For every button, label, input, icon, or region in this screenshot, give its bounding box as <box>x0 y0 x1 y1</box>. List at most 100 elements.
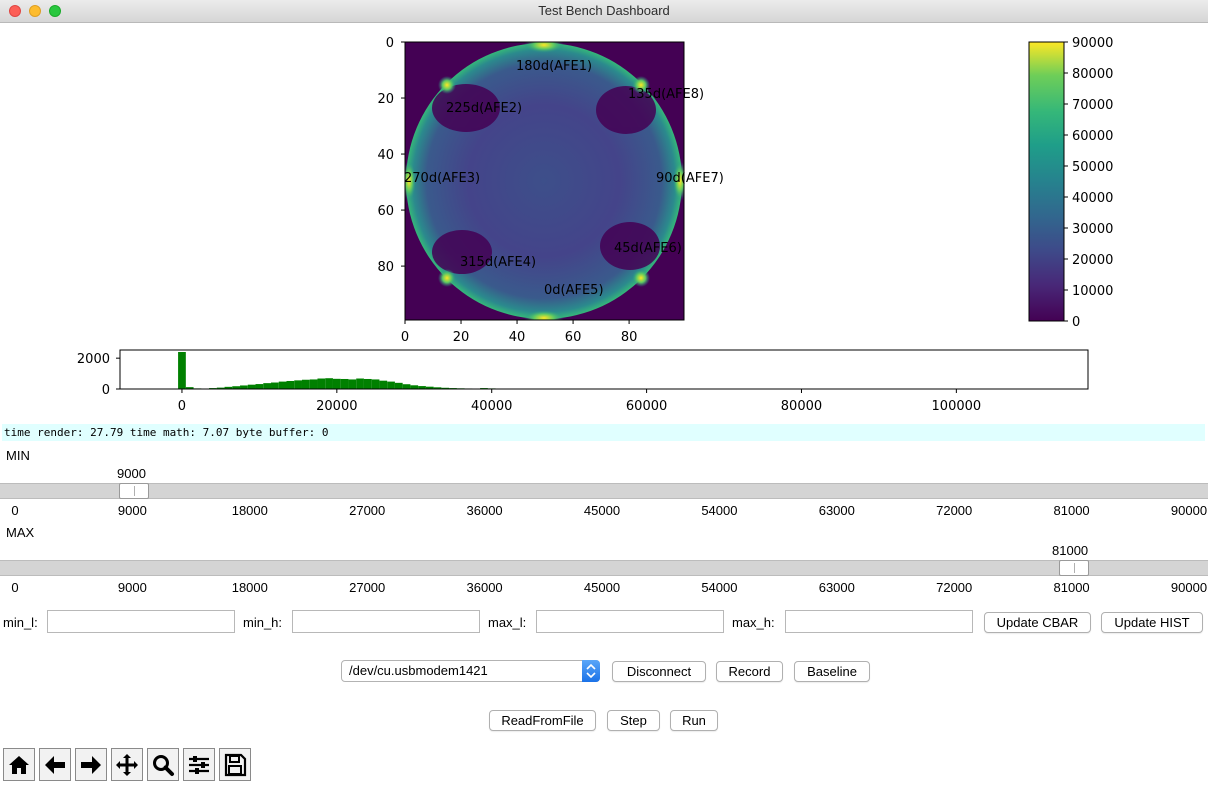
heatmap-annotation: 135d(AFE8) <box>628 87 704 102</box>
histogram-y-tick-label: 0 <box>102 383 110 398</box>
run-button[interactable]: Run <box>670 710 718 731</box>
min-slider-scale-label: 18000 <box>231 503 268 518</box>
max-slider-scale-label: 63000 <box>818 580 855 595</box>
max-slider-scale-label: 9000 <box>117 580 147 595</box>
histogram-bar <box>363 378 372 389</box>
min-slider-label: MIN <box>6 448 30 463</box>
configure-icon <box>189 755 209 774</box>
max-h-label: max_h: <box>732 615 775 630</box>
histogram-bar <box>247 384 256 389</box>
heatmap-y-tick-label: 0 <box>386 36 394 51</box>
histogram-bar <box>371 379 380 389</box>
step-button[interactable]: Step <box>607 710 660 731</box>
colorbar-tick-label: 60000 <box>1072 129 1113 144</box>
heatmap-figure[interactable]: 180d(AFE1) 135d(AFE8) 225d(AFE2) 270d(AFE3)… <box>0 22 1208 347</box>
histogram-y-tick-label: 2000 <box>77 352 110 367</box>
histogram-bar <box>286 380 295 389</box>
min-slider[interactable] <box>0 483 1208 499</box>
histogram-x-tick-label: 80000 <box>781 399 822 414</box>
read-from-file-button[interactable]: ReadFromFile <box>489 710 596 731</box>
min-slider-scale-label: 54000 <box>701 503 738 518</box>
histogram-x-axis: 0 20000 40000 60000 80000 100000 <box>178 389 981 414</box>
heatmap-x-tick-label: 40 <box>509 330 526 345</box>
record-button[interactable]: Record <box>716 661 783 682</box>
baseline-button[interactable]: Baseline <box>794 661 870 682</box>
histogram-y-axis: 0 2000 <box>77 352 120 398</box>
zoom-button[interactable] <box>147 748 179 781</box>
configure-button[interactable] <box>183 748 215 781</box>
back-arrow-icon <box>45 755 65 774</box>
max-slider-scale-label: 72000 <box>936 580 973 595</box>
max-slider-scale-label: 36000 <box>466 580 503 595</box>
forward-button[interactable] <box>75 748 107 781</box>
histogram-bar <box>402 384 411 389</box>
heatmap-x-tick-label: 60 <box>565 330 582 345</box>
min-l-input[interactable] <box>47 610 235 633</box>
heatmap-x-tick-label: 0 <box>401 330 409 345</box>
save-button[interactable] <box>219 748 251 781</box>
heatmap-annotation: 90d(AFE7) <box>656 171 724 186</box>
max-slider-handle[interactable] <box>1059 560 1089 576</box>
max-h-input[interactable] <box>785 610 973 633</box>
min-slider-scale-label: 36000 <box>466 503 503 518</box>
histogram-bar <box>394 382 403 389</box>
histogram-x-tick-label: 40000 <box>471 399 512 414</box>
min-slider-scale-label: 63000 <box>818 503 855 518</box>
max-slider-label: MAX <box>6 525 35 540</box>
heatmap-x-axis: 0 20 40 60 80 <box>401 320 638 345</box>
window-titlebar: Test Bench Dashboard <box>0 0 1208 23</box>
colorbar-tick-label: 70000 <box>1072 98 1113 113</box>
save-icon <box>224 753 247 776</box>
heatmap-y-axis: 0 20 40 60 80 <box>377 36 405 275</box>
min-h-input[interactable] <box>292 610 480 633</box>
max-slider[interactable] <box>0 560 1208 576</box>
histogram-bar <box>278 381 287 389</box>
histogram-x-tick-label: 100000 <box>932 399 982 414</box>
min-l-label: min_l: <box>3 615 38 630</box>
serial-port-select[interactable]: /dev/cu.usbmodem1421 <box>341 660 600 682</box>
max-slider-scale-label: 18000 <box>231 580 268 595</box>
home-button[interactable] <box>3 748 35 781</box>
heatmap-annotation: 225d(AFE2) <box>446 101 522 116</box>
max-slider-scale-label: 0 <box>11 580 19 595</box>
pan-button[interactable] <box>111 748 143 781</box>
heatmap-y-tick-label: 60 <box>377 204 394 219</box>
heatmap-x-tick-label: 80 <box>621 330 638 345</box>
home-icon <box>9 755 29 774</box>
histogram-bar <box>332 378 341 389</box>
min-h-label: min_h: <box>243 615 283 630</box>
histogram-bar <box>301 379 310 389</box>
histogram-bar <box>240 385 248 389</box>
min-slider-scale-label: 72000 <box>936 503 973 518</box>
histogram-bar <box>356 378 364 389</box>
min-slider-scale-label: 0 <box>11 503 19 518</box>
colorbar <box>1028 41 1065 322</box>
histogram-bar <box>263 383 272 389</box>
colorbar-tick-label: 50000 <box>1072 160 1113 175</box>
heatmap-y-tick-label: 20 <box>377 92 394 107</box>
pan-icon <box>116 753 138 776</box>
min-slider-handle[interactable] <box>119 483 149 499</box>
max-l-input[interactable] <box>536 610 724 633</box>
update-hist-button[interactable]: Update HIST <box>1101 612 1203 633</box>
heatmap-y-tick-label: 80 <box>377 260 394 275</box>
histogram-bar <box>387 381 395 389</box>
max-slider-scale-label: 81000 <box>1053 580 1090 595</box>
histogram-bar <box>348 379 357 389</box>
colorbar-tick-label: 30000 <box>1072 222 1113 237</box>
histogram-chart[interactable]: 0 20000 40000 60000 80000 100000 0 2000 <box>0 345 1208 415</box>
histogram-bar <box>410 385 419 389</box>
max-slider-scale-label: 90000 <box>1170 580 1208 595</box>
colorbar-tick-label: 10000 <box>1072 284 1113 299</box>
histogram-x-tick-label: 60000 <box>626 399 667 414</box>
colorbar-tick-label: 90000 <box>1072 36 1113 51</box>
max-slider-scale-label: 45000 <box>583 580 621 595</box>
histogram-bar <box>255 384 264 389</box>
update-cbar-button[interactable]: Update CBAR <box>984 612 1091 633</box>
colorbar-tick-label: 20000 <box>1072 253 1113 268</box>
max-slider-value: 81000 <box>1052 543 1089 558</box>
disconnect-button[interactable]: Disconnect <box>612 661 706 682</box>
histogram-bar <box>178 352 186 389</box>
serial-port-value: /dev/cu.usbmodem1421 <box>349 663 488 678</box>
back-button[interactable] <box>39 748 71 781</box>
